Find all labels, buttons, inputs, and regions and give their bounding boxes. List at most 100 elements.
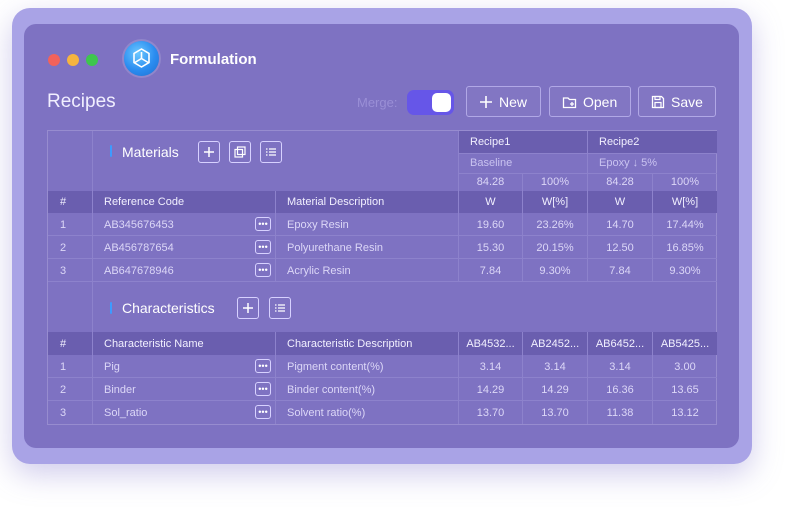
materials-col-wpct2: W[%] bbox=[671, 196, 699, 208]
grid-line bbox=[48, 377, 717, 378]
recipe2-wpct[interactable]: 17.44% bbox=[653, 213, 717, 236]
recipe2-subtitle: Epoxy ↓ 5% bbox=[599, 157, 658, 169]
grid-line bbox=[652, 173, 653, 282]
more-options-button[interactable]: ••• bbox=[255, 405, 271, 419]
char-col-description: Characteristic Description bbox=[287, 337, 413, 350]
copy-material-button[interactable] bbox=[229, 141, 251, 163]
maximize-window-button[interactable] bbox=[86, 54, 98, 66]
value-cell[interactable]: 13.70 bbox=[459, 401, 522, 424]
recipe1-w[interactable]: 19.60 bbox=[459, 213, 522, 236]
materials-col-w2: W bbox=[614, 196, 626, 208]
plus-icon bbox=[204, 147, 214, 157]
char-col-ref1: AB4532... bbox=[466, 337, 515, 350]
grid-line bbox=[92, 131, 93, 424]
recipe1-subtitle: Baseline bbox=[470, 157, 513, 169]
minimize-window-button[interactable] bbox=[67, 54, 79, 66]
recipe2-wpct[interactable]: 9.30% bbox=[653, 259, 717, 282]
grid-line bbox=[48, 235, 717, 236]
material-description: Acrylic Resin bbox=[287, 264, 351, 277]
recipe1-name: Recipe1 bbox=[459, 131, 587, 153]
material-description: Polyurethane Resin bbox=[287, 241, 384, 254]
value-cell[interactable]: 16.36 bbox=[588, 378, 652, 401]
close-window-button[interactable] bbox=[48, 54, 60, 66]
recipe2-total-pct: 100% bbox=[670, 176, 700, 188]
material-description: Epoxy Resin bbox=[287, 218, 349, 231]
recipe1-w[interactable]: 7.84 bbox=[459, 259, 522, 282]
save-button-label: Save bbox=[671, 93, 703, 110]
recipe2-wpct[interactable]: 16.85% bbox=[653, 236, 717, 259]
row-index: 3 bbox=[60, 406, 67, 419]
merge-label: Merge: bbox=[357, 95, 398, 110]
recipe1-wpct[interactable]: 23.26% bbox=[523, 213, 587, 236]
char-col-ref4: AB5425... bbox=[660, 337, 710, 350]
value-cell[interactable]: 3.14 bbox=[523, 355, 587, 378]
row-index: 2 bbox=[60, 383, 67, 396]
recipe2-w[interactable]: 12.50 bbox=[588, 236, 652, 259]
materials-col-description: Material Description bbox=[287, 196, 385, 208]
app-title: Formulation bbox=[170, 51, 257, 68]
grid-line bbox=[522, 173, 523, 282]
list-icon bbox=[275, 304, 285, 312]
grid-line bbox=[275, 191, 276, 282]
copy-icon bbox=[234, 146, 246, 158]
save-button[interactable]: Save bbox=[638, 86, 716, 117]
characteristic-name: Pig bbox=[104, 360, 120, 373]
characteristics-accent-bar bbox=[110, 302, 112, 314]
recipe1-total-pct: 100% bbox=[540, 176, 570, 188]
grid-line bbox=[459, 173, 717, 174]
materials-col-index: # bbox=[60, 196, 67, 208]
recipe2-w[interactable]: 14.70 bbox=[588, 213, 652, 236]
add-characteristic-button[interactable] bbox=[237, 297, 259, 319]
materials-col-reference: Reference Code bbox=[104, 196, 185, 208]
grid-line bbox=[48, 281, 717, 282]
recipe1-wpct[interactable]: 20.15% bbox=[523, 236, 587, 259]
characteristics-title: Characteristics bbox=[122, 300, 215, 316]
add-material-button[interactable] bbox=[198, 141, 220, 163]
grid-line bbox=[459, 153, 717, 154]
recipe1-w[interactable]: 15.30 bbox=[459, 236, 522, 259]
new-button[interactable]: New bbox=[466, 86, 541, 117]
char-col-ref3: AB6452... bbox=[595, 337, 645, 350]
row-index: 1 bbox=[60, 218, 67, 231]
more-options-button[interactable]: ••• bbox=[255, 240, 271, 254]
list-material-button[interactable] bbox=[260, 141, 282, 163]
recipe2-name: Recipe2 bbox=[588, 131, 717, 153]
grid-line bbox=[587, 332, 588, 424]
open-button[interactable]: Open bbox=[549, 86, 631, 117]
app-logo-icon bbox=[124, 41, 159, 76]
grid-line bbox=[48, 400, 717, 401]
merge-toggle[interactable] bbox=[407, 90, 454, 115]
recipe1-total-w: 84.28 bbox=[476, 176, 505, 188]
grid-line bbox=[652, 332, 653, 424]
open-button-label: Open bbox=[583, 93, 618, 110]
value-cell[interactable]: 3.14 bbox=[588, 355, 652, 378]
recipe2-total-w: 84.28 bbox=[606, 176, 634, 188]
characteristic-description: Solvent ratio(%) bbox=[287, 406, 366, 419]
grid-line bbox=[522, 332, 523, 424]
char-col-ref2: AB2452... bbox=[530, 337, 580, 350]
row-index: 3 bbox=[60, 264, 67, 277]
recipe2-w[interactable]: 7.84 bbox=[588, 259, 652, 282]
save-icon bbox=[651, 95, 665, 108]
list-icon bbox=[266, 148, 276, 156]
characteristic-name: Binder bbox=[104, 383, 136, 396]
value-cell[interactable]: 3.00 bbox=[653, 355, 717, 378]
recipe1-wpct[interactable]: 9.30% bbox=[523, 259, 587, 282]
materials-col-wpct1: W[%] bbox=[541, 196, 569, 208]
recipes-table: Recipe1 Recipe2 Baseline Epoxy ↓ 5% 84.2… bbox=[47, 130, 717, 425]
row-index: 2 bbox=[60, 241, 67, 254]
value-cell[interactable]: 13.65 bbox=[653, 378, 717, 401]
plus-icon bbox=[243, 303, 253, 313]
value-cell[interactable]: 13.12 bbox=[653, 401, 717, 424]
value-cell[interactable]: 3.14 bbox=[459, 355, 522, 378]
more-options-button[interactable]: ••• bbox=[255, 263, 271, 277]
value-cell[interactable]: 14.29 bbox=[523, 378, 587, 401]
more-options-button[interactable]: ••• bbox=[255, 359, 271, 373]
value-cell[interactable]: 14.29 bbox=[459, 378, 522, 401]
value-cell[interactable]: 11.38 bbox=[588, 401, 652, 424]
list-characteristic-button[interactable] bbox=[269, 297, 291, 319]
more-options-button[interactable]: ••• bbox=[255, 382, 271, 396]
value-cell[interactable]: 13.70 bbox=[523, 401, 587, 424]
materials-title: Materials bbox=[122, 144, 179, 160]
more-options-button[interactable]: ••• bbox=[255, 217, 271, 231]
